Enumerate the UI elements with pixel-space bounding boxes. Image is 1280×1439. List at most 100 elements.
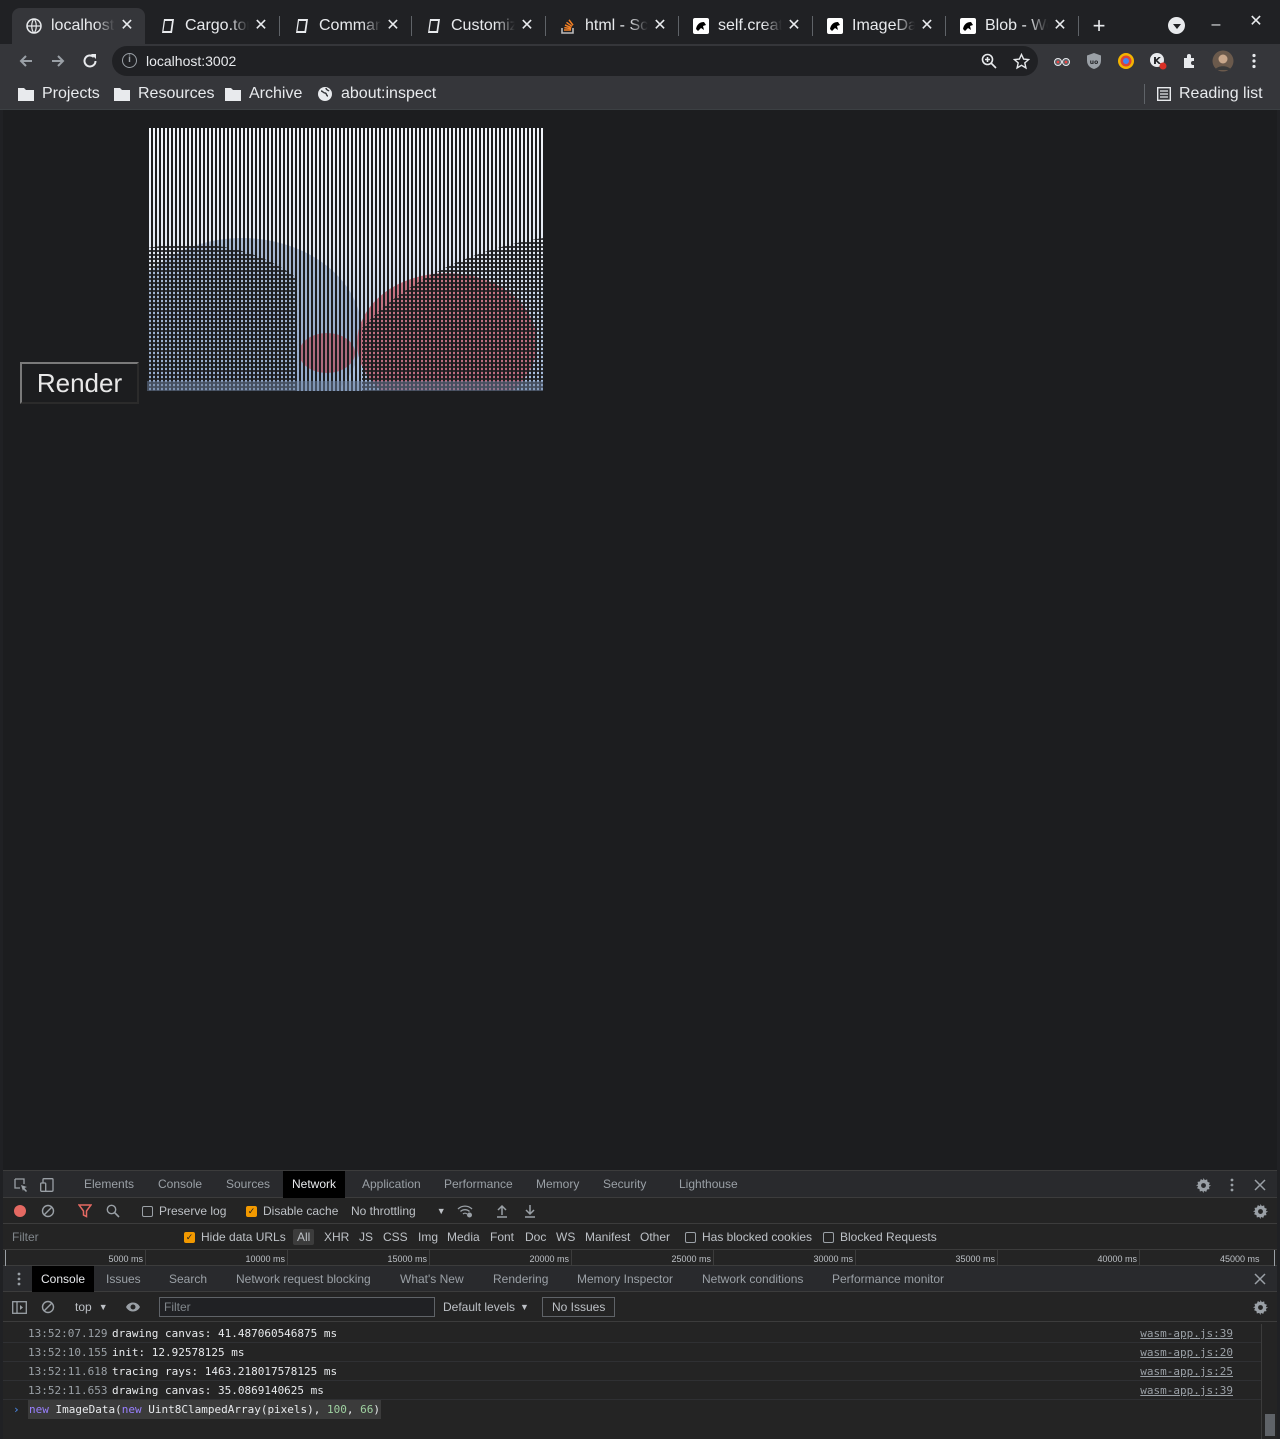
close-tab-icon[interactable]: ✕ — [385, 18, 401, 34]
address-bar[interactable]: i localhost:3002 — [112, 46, 1038, 76]
privacy-extension-icon[interactable]: K — [1149, 52, 1167, 70]
drawer-tab-issues[interactable]: Issues — [97, 1266, 150, 1292]
log-levels-select[interactable]: Default levels ▼ — [443, 1300, 529, 1314]
console-prompt[interactable]: › new ImageData(new Uint8ClampedArray(pi… — [3, 1400, 1261, 1419]
live-expression-eye-icon[interactable] — [125, 1299, 141, 1315]
prompt-input[interactable]: new ImageData(new Uint8ClampedArray(pixe… — [28, 1400, 382, 1419]
message-source-link[interactable]: wasm-app.js:25 — [1140, 1362, 1233, 1381]
bookmark-star-icon[interactable] — [1012, 52, 1030, 70]
close-tab-icon[interactable]: ✕ — [1052, 18, 1068, 34]
search-icon[interactable] — [105, 1203, 121, 1219]
settings-gear-icon[interactable] — [1195, 1177, 1211, 1193]
site-info-icon[interactable]: i — [122, 53, 137, 68]
filter-type-doc[interactable]: Doc — [525, 1230, 546, 1244]
bookmark-resources[interactable]: Resources — [114, 84, 214, 104]
drawer-tab-memory-inspector[interactable]: Memory Inspector — [568, 1266, 682, 1292]
filter-type-css[interactable]: CSS — [383, 1230, 408, 1244]
throttling-select[interactable]: No throttling ▼ — [351, 1204, 446, 1218]
device-toolbar-icon[interactable] — [39, 1177, 55, 1193]
export-har-icon[interactable] — [522, 1203, 538, 1219]
extension-reader-icon[interactable] — [1053, 52, 1071, 70]
tab-customizing[interactable]: Customizing ✕ — [412, 8, 545, 44]
network-settings-icon[interactable] — [1252, 1203, 1268, 1219]
tab-imagedata[interactable]: ImageData ✕ — [813, 8, 945, 44]
tab-localhost[interactable]: localhost:3002 ✕ — [12, 8, 145, 44]
message-source-link[interactable]: wasm-app.js:39 — [1140, 1381, 1233, 1400]
network-timeline-overview[interactable]: 5000 ms 10000 ms 15000 ms 20000 ms 25000… — [3, 1250, 1277, 1266]
import-har-icon[interactable] — [494, 1203, 510, 1219]
devtools-menu-icon[interactable] — [1224, 1177, 1240, 1193]
preserve-log-checkbox[interactable]: Preserve log — [142, 1204, 226, 1218]
network-conditions-icon[interactable] — [457, 1203, 473, 1219]
close-tab-icon[interactable]: ✕ — [253, 18, 269, 34]
reload-button[interactable] — [78, 49, 102, 73]
filter-type-font[interactable]: Font — [490, 1230, 514, 1244]
close-window-button[interactable]: ✕ — [1241, 9, 1271, 35]
back-button[interactable] — [14, 49, 38, 73]
devtools-tab-security[interactable]: Security — [594, 1171, 655, 1198]
close-devtools-icon[interactable] — [1252, 1177, 1268, 1193]
devtools-tab-elements[interactable]: Elements — [75, 1171, 143, 1198]
console-sidebar-icon[interactable] — [11, 1299, 27, 1315]
message-source-link[interactable]: wasm-app.js:20 — [1140, 1343, 1233, 1362]
inspect-element-icon[interactable] — [13, 1177, 29, 1193]
close-tab-icon[interactable]: ✕ — [919, 18, 935, 34]
message-source-link[interactable]: wasm-app.js:39 — [1140, 1324, 1233, 1343]
zoom-icon[interactable] — [980, 52, 998, 70]
profile-avatar-icon[interactable] — [1212, 50, 1234, 72]
close-drawer-icon[interactable] — [1252, 1271, 1268, 1287]
devtools-tab-lighthouse[interactable]: Lighthouse — [670, 1171, 747, 1198]
drawer-tab-console[interactable]: Console — [32, 1266, 95, 1292]
drawer-tab-network-conditions[interactable]: Network conditions — [693, 1266, 812, 1292]
has-blocked-cookies-checkbox[interactable]: Has blocked cookies — [685, 1230, 812, 1244]
clear-console-icon[interactable] — [40, 1299, 56, 1315]
filter-type-ws[interactable]: WS — [556, 1230, 575, 1244]
forward-button[interactable] — [46, 49, 70, 73]
clear-icon[interactable] — [40, 1203, 56, 1219]
network-filter-input[interactable]: Filter — [7, 1227, 171, 1247]
devtools-tab-network[interactable]: Network — [283, 1171, 346, 1198]
tab-search-icon[interactable] — [1168, 17, 1185, 34]
drawer-tab-search[interactable]: Search — [160, 1266, 216, 1292]
close-tab-icon[interactable]: ✕ — [652, 18, 668, 34]
color-picker-icon[interactable] — [1117, 52, 1135, 70]
filter-type-all[interactable]: All — [293, 1229, 315, 1245]
drawer-tab-rendering[interactable]: Rendering — [484, 1266, 557, 1292]
close-tab-icon[interactable]: ✕ — [119, 18, 135, 34]
context-select[interactable]: top ▼ — [75, 1300, 108, 1314]
bookmark-projects[interactable]: Projects — [18, 84, 100, 104]
drawer-menu-icon[interactable] — [13, 1271, 25, 1287]
console-filter-input[interactable]: Filter — [159, 1297, 435, 1317]
devtools-tab-sources[interactable]: Sources — [217, 1171, 279, 1198]
ublock-icon[interactable]: uo — [1085, 52, 1103, 70]
filter-type-js[interactable]: JS — [359, 1230, 373, 1244]
scrollbar-thumb[interactable] — [1265, 1414, 1275, 1436]
issues-counter-button[interactable]: No Issues — [542, 1297, 616, 1317]
devtools-tab-console[interactable]: Console — [149, 1171, 211, 1198]
devtools-tab-application[interactable]: Application — [353, 1171, 430, 1198]
tab-command[interactable]: Command ✕ — [280, 8, 411, 44]
record-icon[interactable] — [12, 1203, 28, 1219]
puzzle-extensions-icon[interactable] — [1181, 52, 1199, 70]
close-tab-icon[interactable]: ✕ — [519, 18, 535, 34]
filter-funnel-icon[interactable] — [77, 1203, 93, 1219]
drawer-tab-whats-new[interactable]: What's New — [391, 1266, 473, 1292]
bookmark-about-inspect[interactable]: about:inspect — [317, 84, 436, 104]
tab-stackoverflow[interactable]: html - Scale ✕ — [546, 8, 678, 44]
render-button[interactable]: Render — [20, 362, 139, 404]
drawer-tab-performance-monitor[interactable]: Performance monitor — [823, 1266, 953, 1292]
filter-type-manifest[interactable]: Manifest — [585, 1230, 630, 1244]
close-tab-icon[interactable]: ✕ — [786, 18, 802, 34]
tab-blob[interactable]: Blob - Web APIs ✕ — [946, 8, 1078, 44]
devtools-tab-performance[interactable]: Performance — [435, 1171, 522, 1198]
tab-createimagebitmap[interactable]: self.createImageBitmap ✕ — [679, 8, 812, 44]
filter-type-media[interactable]: Media — [447, 1230, 480, 1244]
more-menu-icon[interactable] — [1245, 52, 1263, 70]
filter-type-img[interactable]: Img — [418, 1230, 438, 1244]
address-url[interactable]: localhost:3002 — [146, 53, 236, 69]
new-tab-button[interactable]: + — [1087, 12, 1111, 40]
blocked-requests-checkbox[interactable]: Blocked Requests — [823, 1230, 937, 1244]
filter-type-xhr[interactable]: XHR — [324, 1230, 349, 1244]
hide-data-urls-checkbox[interactable]: ✓ Hide data URLs — [184, 1230, 286, 1244]
drawer-tab-network-request-blocking[interactable]: Network request blocking — [227, 1266, 380, 1292]
